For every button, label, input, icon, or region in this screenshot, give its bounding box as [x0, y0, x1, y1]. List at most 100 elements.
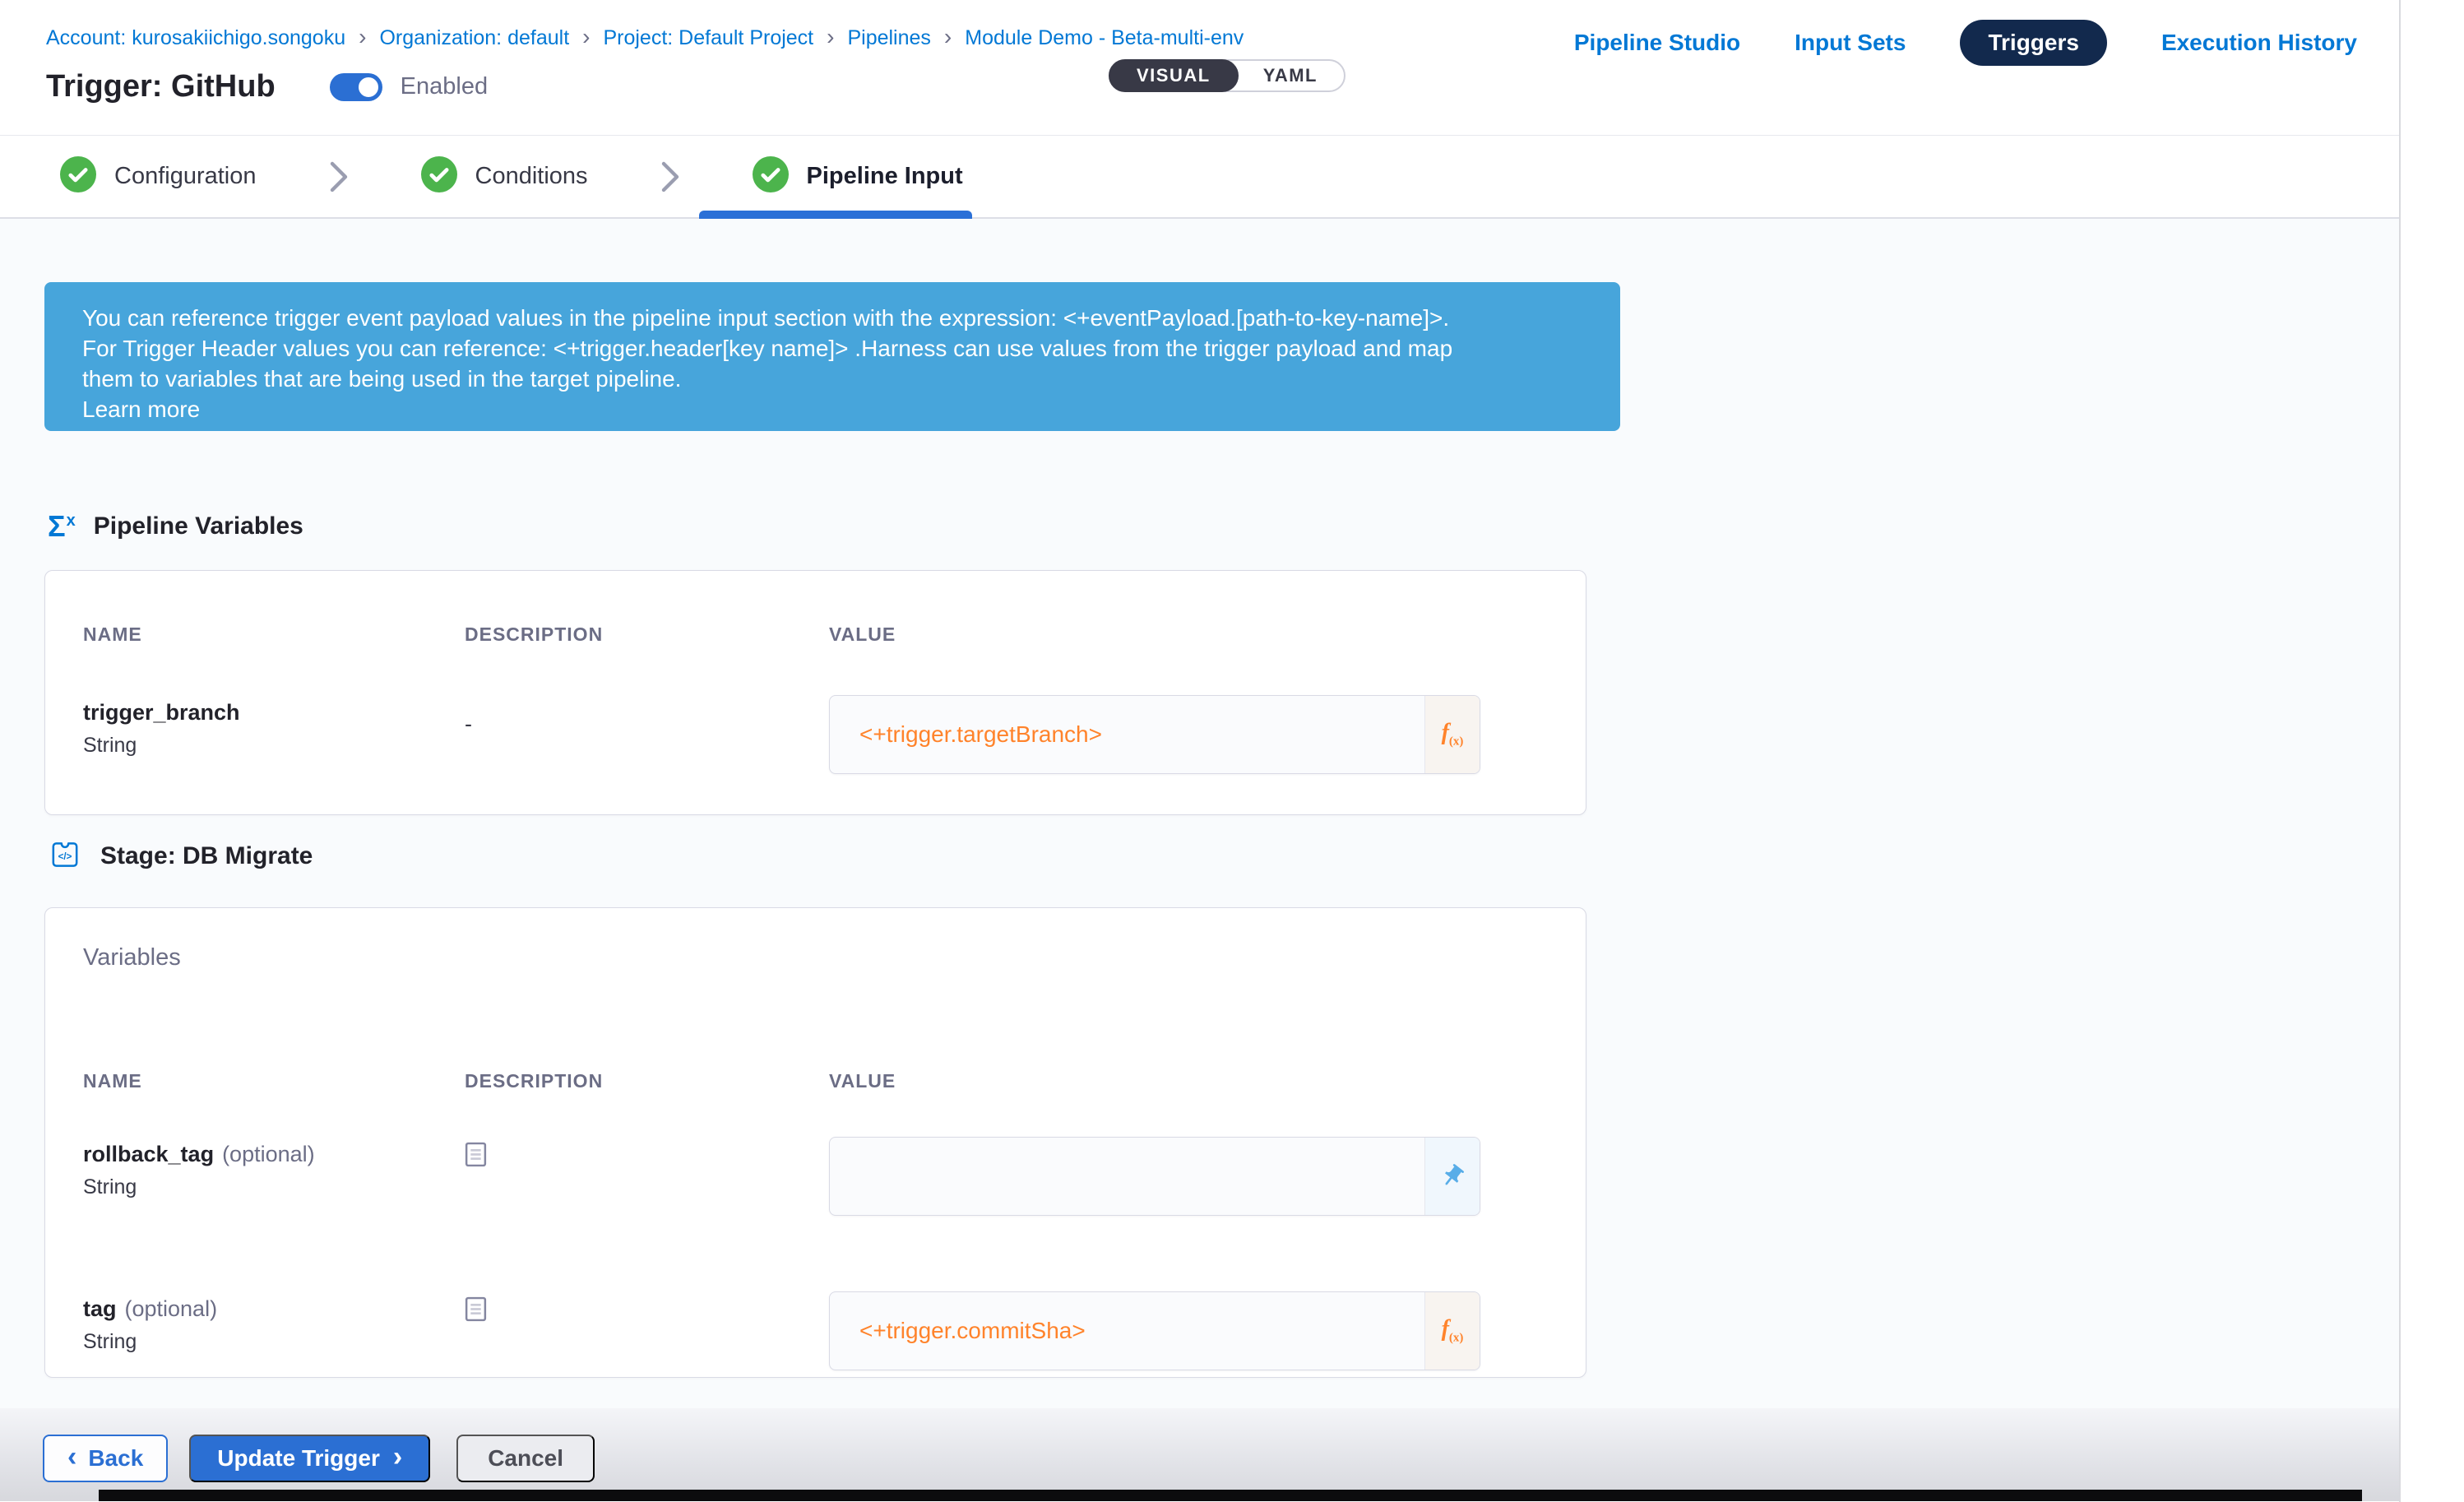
visual-button[interactable]: VISUAL [1109, 59, 1239, 92]
variable-value-cell [829, 1124, 1548, 1216]
stage-icon: </> [48, 837, 82, 876]
variable-type: String [83, 1330, 465, 1354]
variable-description-cell: - [465, 682, 829, 737]
chevron-right-icon [329, 160, 349, 193]
enabled-toggle[interactable] [330, 73, 382, 101]
back-button[interactable]: ‹ Back [43, 1435, 168, 1482]
pipeline-input-panel: You can reference trigger event payload … [0, 219, 2464, 1408]
tab-pipeline-input-label: Pipeline Input [807, 163, 963, 190]
title-row: Trigger: GitHub Enabled [46, 69, 488, 104]
footer-action-bar: ‹ Back Update Trigger › Cancel [0, 1408, 2464, 1501]
banner-line-1: You can reference trigger event payload … [82, 303, 1587, 333]
nav-pipeline-studio[interactable]: Pipeline Studio [1574, 30, 1740, 56]
variable-value-cell: <+trigger.commitSha> f(x) [829, 1278, 1548, 1370]
stage-variables-card: Variables NAME DESCRIPTION VALUE rollbac… [44, 907, 1586, 1378]
breadcrumb-pipeline-name[interactable]: Module Demo - Beta-multi-env [965, 26, 1244, 50]
optional-label: (optional) [222, 1142, 315, 1166]
column-header-value: VALUE [829, 624, 1548, 646]
fixed-value-text[interactable] [830, 1138, 1424, 1215]
toggle-knob [356, 75, 381, 100]
variable-name: rollback_tag [83, 1142, 214, 1166]
variable-name: tag [83, 1296, 117, 1321]
chevron-left-icon: ‹ [67, 1443, 76, 1471]
rollback-tag-value-input[interactable] [829, 1137, 1480, 1216]
trigger-branch-value-input[interactable]: <+trigger.targetBranch> f(x) [829, 695, 1480, 774]
variable-description: - [465, 700, 472, 737]
visual-yaml-toggle: VISUAL YAML [1109, 59, 1345, 92]
tab-configuration-label: Configuration [114, 163, 257, 190]
column-header-value: VALUE [829, 1070, 1548, 1092]
trigger-page: Account: kurosakiichigo.songoku › Organi… [0, 0, 2464, 1502]
right-gutter [2401, 0, 2464, 1502]
fx-expression-icon[interactable]: f(x) [1424, 1292, 1480, 1370]
sigma-variables-icon: Σx [48, 512, 76, 541]
pipeline-variables-card: NAME DESCRIPTION VALUE trigger_branch St… [44, 570, 1586, 815]
breadcrumb-account[interactable]: Account: kurosakiichigo.songoku [46, 26, 345, 50]
table-row: trigger_branch String - <+trigger.target… [83, 682, 1548, 805]
banner-line-2: For Trigger Header values you can refere… [82, 333, 1587, 364]
variable-description-cell [465, 1124, 829, 1171]
pipeline-variables-heading: Σx Pipeline Variables [48, 508, 2464, 545]
breadcrumb-pipelines[interactable]: Pipelines [847, 26, 930, 50]
breadcrumb-project[interactable]: Project: Default Project [603, 26, 813, 50]
svg-text:</>: </> [58, 851, 72, 861]
expression-value-text[interactable]: <+trigger.commitSha> [830, 1292, 1424, 1370]
pipeline-top-nav: Pipeline Studio Input Sets Triggers Exec… [1574, 20, 2357, 66]
description-tooltip-icon[interactable] [465, 1296, 487, 1326]
chevron-right-icon: › [944, 25, 952, 49]
tab-conditions[interactable]: Conditions [421, 156, 588, 197]
variable-name-cell: tag (optional) String [83, 1278, 465, 1354]
fx-expression-icon[interactable]: f(x) [1424, 696, 1480, 773]
variable-type: String [83, 734, 465, 758]
nav-triggers[interactable]: Triggers [1960, 20, 2106, 66]
table-header-row: NAME DESCRIPTION VALUE [83, 1070, 1548, 1092]
variable-description-cell [465, 1278, 829, 1326]
breadcrumb: Account: kurosakiichigo.songoku › Organi… [46, 26, 1244, 50]
variable-type: String [83, 1175, 465, 1199]
check-circle-icon [60, 156, 96, 197]
table-row: rollback_tag (optional) String [83, 1124, 1548, 1247]
chevron-right-icon [660, 160, 680, 193]
tag-value-input[interactable]: <+trigger.commitSha> f(x) [829, 1291, 1480, 1370]
nav-execution-history[interactable]: Execution History [2161, 30, 2357, 56]
window-edge-divider [2399, 0, 2401, 1502]
variable-name: trigger_branch [83, 700, 240, 725]
table-header-row: NAME DESCRIPTION VALUE [83, 624, 1548, 646]
tab-pipeline-input[interactable]: Pipeline Input [753, 156, 963, 197]
chevron-right-icon: › [582, 25, 590, 49]
column-header-description: DESCRIPTION [465, 624, 829, 646]
variables-card-title: Variables [83, 944, 1548, 971]
tab-conditions-label: Conditions [475, 163, 588, 190]
chevron-right-icon: › [359, 25, 366, 49]
pipeline-variables-title: Pipeline Variables [94, 512, 303, 540]
banner-line-3: them to variables that are being used in… [82, 364, 1587, 394]
variable-name-cell: rollback_tag (optional) String [83, 1124, 465, 1199]
cancel-button[interactable]: Cancel [456, 1435, 595, 1482]
chevron-right-icon: › [827, 25, 834, 49]
stage-title: Stage: DB Migrate [100, 842, 313, 870]
column-header-description: DESCRIPTION [465, 1070, 829, 1092]
page-title: Trigger: GitHub [46, 69, 276, 104]
description-tooltip-icon[interactable] [465, 1142, 487, 1171]
column-header-name: NAME [83, 1070, 465, 1092]
info-banner: You can reference trigger event payload … [44, 282, 1620, 431]
check-circle-icon [421, 156, 457, 197]
optional-label: (optional) [125, 1296, 218, 1321]
variable-name-cell: trigger_branch String [83, 682, 465, 758]
yaml-button[interactable]: YAML [1237, 59, 1344, 92]
wizard-tab-bar: Configuration Conditions Pipeline Input [0, 136, 2464, 219]
enabled-label: Enabled [401, 73, 488, 100]
tab-configuration[interactable]: Configuration [60, 156, 257, 197]
expression-value-text[interactable]: <+trigger.targetBranch> [830, 696, 1424, 773]
nav-input-sets[interactable]: Input Sets [1795, 30, 1906, 56]
check-circle-icon [753, 156, 789, 197]
update-trigger-button[interactable]: Update Trigger › [189, 1435, 430, 1482]
breadcrumb-organization[interactable]: Organization: default [379, 26, 569, 50]
learn-more-link[interactable]: Learn more [82, 394, 200, 424]
stage-heading: </> Stage: DB Migrate [48, 838, 2464, 874]
pin-fixed-value-icon[interactable] [1424, 1138, 1480, 1215]
chevron-right-icon: › [393, 1443, 402, 1471]
variable-value-cell: <+trigger.targetBranch> f(x) [829, 682, 1548, 774]
active-tab-underline [699, 211, 972, 219]
table-row: tag (optional) String <+trigger.commitSha… [83, 1278, 1548, 1402]
